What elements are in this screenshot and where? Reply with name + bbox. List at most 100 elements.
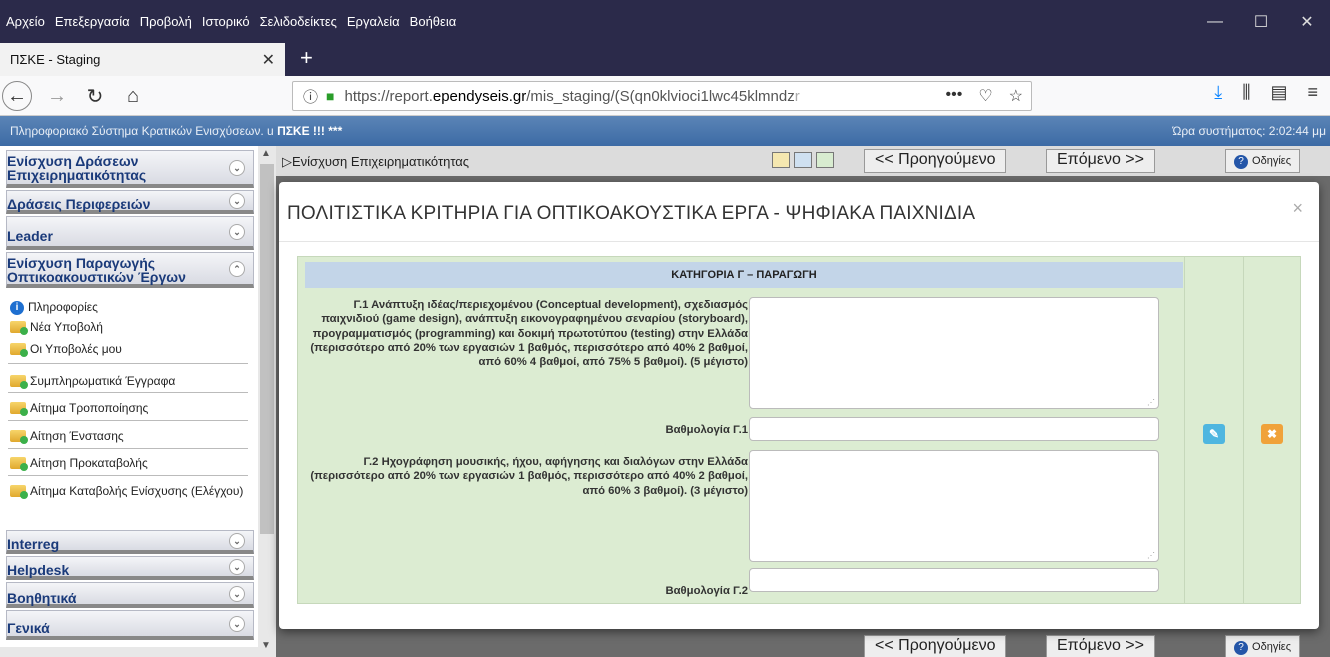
- forward-icon[interactable]: →: [42, 82, 72, 110]
- url-prefix: https://report.: [344, 87, 433, 105]
- section-label: Ενίσχυση Παραγωγής Οπτικοακουστικών Έργω…: [7, 255, 186, 285]
- menu-bookmarks[interactable]: Σελιδοδείκτες: [260, 14, 337, 29]
- score-g2-label: Βαθμολογία Γ.2: [665, 585, 748, 597]
- sidebar-item-label: Αίτηση Ένστασης: [30, 429, 124, 443]
- folder-icon: [10, 321, 28, 335]
- scroll-down-icon[interactable]: ▼: [261, 640, 271, 651]
- image-icon[interactable]: [816, 152, 834, 168]
- edit-button[interactable]: ✎: [1203, 424, 1225, 444]
- sidebar-item-info[interactable]: i Πληροφορίες: [10, 300, 250, 315]
- next-button[interactable]: Επόμενο >>: [1046, 149, 1155, 173]
- bookmark-star-icon[interactable]: ☆: [1009, 86, 1023, 106]
- criterion-g2-textarea[interactable]: ⋰: [749, 450, 1159, 562]
- sidebar-item-new-submission[interactable]: Νέα Υποβολή: [10, 320, 250, 335]
- url-bar[interactable]: ⓘ ■ https://report. ependyseis.gr /mis_s…: [292, 81, 1032, 111]
- home-icon[interactable]: ⌂: [118, 82, 148, 110]
- sidebar-toggle-icon[interactable]: ▤: [1270, 82, 1287, 103]
- help-icon: ?: [1234, 641, 1249, 655]
- score-g2-input[interactable]: [749, 568, 1159, 592]
- back-icon[interactable]: ←: [2, 81, 32, 111]
- sidebar-item-label: Νέα Υποβολή: [30, 320, 103, 334]
- menu-tools[interactable]: Εργαλεία: [347, 14, 400, 29]
- sidebar-section-interreg[interactable]: Interreg ⌄: [6, 530, 254, 554]
- menu-view[interactable]: Προβολή: [140, 14, 192, 29]
- chevron-down-icon[interactable]: ⌄: [229, 532, 245, 549]
- tab-strip: ΠΣΚΕ - Staging ✕ +: [0, 43, 1330, 76]
- menu-help[interactable]: Βοήθεια: [410, 14, 457, 29]
- sidebar-item-payment[interactable]: Αίτημα Καταβολής Ενίσχυσης (Ελέγχου): [10, 484, 245, 499]
- chevron-down-icon[interactable]: ⌄: [229, 192, 245, 209]
- sidebar-section-business[interactable]: Ενίσχυση Δράσεων Επιχειρηματικότητας ⌄: [6, 150, 254, 188]
- download-icon[interactable]: ⤓: [1214, 82, 1222, 103]
- chevron-down-icon[interactable]: ⌄: [229, 159, 245, 176]
- sidebar-item-advance[interactable]: Αίτηση Προκαταβολής: [10, 456, 250, 471]
- url-domain: ependyseis.gr: [432, 87, 527, 105]
- section-label: Interreg: [7, 536, 60, 552]
- minimize-icon[interactable]: —: [1192, 0, 1238, 43]
- scrollbar-thumb[interactable]: [260, 164, 274, 534]
- pocket-icon[interactable]: ♡: [978, 86, 992, 106]
- sidebar-section-general[interactable]: Γενικά ⌄: [6, 610, 254, 640]
- sidebar-section-audiovisual[interactable]: Ενίσχυση Παραγωγής Οπτικοακουστικών Έργω…: [6, 252, 254, 288]
- site-info-icon[interactable]: ⓘ: [303, 86, 318, 107]
- close-icon[interactable]: ×: [1292, 198, 1303, 219]
- close-window-icon[interactable]: ✕: [1284, 0, 1330, 43]
- folder-icon: [10, 457, 28, 471]
- info-icon: i: [10, 301, 24, 315]
- chevron-down-icon[interactable]: ⌄: [229, 223, 245, 240]
- divider: [8, 448, 248, 449]
- sidebar-section-regions[interactable]: Δράσεις Περιφερειών ⌄: [6, 190, 254, 214]
- criterion-g2-label: Γ.2 Ηχογράφηση μουσικής, ήχου, αφήγησης …: [310, 456, 748, 497]
- modal-title: ΠΟΛΙΤΙΣΤΙΚΑ ΚΡΙΤΗΡΙΑ ΓΙΑ ΟΠΤΙΚΟΑΚΟΥΣΤΙΚΑ…: [287, 203, 976, 224]
- sidebar-item-documents[interactable]: Συμπληρωματικά Έγγραφα: [10, 374, 250, 389]
- score-g1-input[interactable]: [749, 417, 1159, 441]
- help-button-bottom[interactable]: ? Οδηγίες: [1225, 635, 1300, 657]
- divider: [8, 420, 248, 421]
- criteria-panel: ΚΑΤΗΓΟΡΙΑ Γ – ΠΑΡΑΓΩΓΗ Γ.1 Ανάπτυξη ιδέα…: [297, 256, 1301, 604]
- new-tab-icon[interactable]: +: [300, 45, 313, 71]
- resize-grip-icon[interactable]: ⋰: [1147, 551, 1155, 560]
- scroll-up-icon[interactable]: ▲: [261, 148, 271, 159]
- menu-edit[interactable]: Επεξεργασία: [55, 14, 130, 29]
- sidebar-item-objection[interactable]: Αίτηση Ένστασης: [10, 429, 250, 444]
- folder-icon: [10, 402, 28, 416]
- reload-icon[interactable]: ↻: [80, 82, 110, 110]
- sidebar-section-helpdesk[interactable]: Helpdesk ⌄: [6, 556, 254, 580]
- menu-file[interactable]: Αρχείο: [6, 14, 45, 29]
- resize-grip-icon[interactable]: ⋰: [1147, 398, 1155, 407]
- chevron-down-icon[interactable]: ⌄: [229, 615, 245, 632]
- modal-header: ΠΟΛΙΤΙΣΤΙΚΑ ΚΡΙΤΗΡΙΑ ΓΙΑ ΟΠΤΙΚΟΑΚΟΥΣΤΙΚΑ…: [279, 182, 1319, 242]
- window-controls: — ☐ ✕: [1192, 0, 1330, 43]
- menu-history[interactable]: Ιστορικό: [202, 14, 250, 29]
- sidebar-item-my-submissions[interactable]: Οι Υποβολές μου: [10, 342, 250, 357]
- table-icon[interactable]: [794, 152, 812, 168]
- sidebar-scrollbar[interactable]: ▲ ▼: [258, 146, 276, 657]
- library-icon[interactable]: ⫼: [1242, 82, 1250, 103]
- divider: [1184, 257, 1185, 603]
- divider: [8, 392, 248, 393]
- maximize-icon[interactable]: ☐: [1238, 0, 1284, 43]
- help-button[interactable]: ? Οδηγίες: [1225, 149, 1300, 173]
- tab-close-icon[interactable]: ✕: [262, 50, 275, 70]
- sidebar-horizontal-scrollbar[interactable]: [0, 647, 258, 657]
- browser-tab[interactable]: ΠΣΚΕ - Staging ✕: [0, 43, 285, 76]
- sidebar-item-label: Συμπληρωματικά Έγγραφα: [30, 374, 176, 388]
- delete-button[interactable]: ✖: [1261, 424, 1283, 444]
- section-label: Βοηθητικά: [7, 590, 77, 606]
- chevron-up-icon[interactable]: ⌃: [229, 260, 245, 277]
- page-toolbar: ▷Ενίσχυση Επιχειρηματικότητας << Προηγού…: [276, 146, 1330, 176]
- page-actions-button[interactable]: •••: [946, 86, 963, 106]
- next-button-bottom[interactable]: Επόμενο >>: [1046, 635, 1155, 657]
- chevron-down-icon[interactable]: ⌄: [229, 558, 245, 575]
- chevron-down-icon[interactable]: ⌄: [229, 585, 245, 602]
- previous-button[interactable]: << Προηγούμενο: [864, 149, 1007, 173]
- sidebar-item-amendment[interactable]: Αίτημα Τροποποίησης: [10, 401, 250, 416]
- criterion-g1-textarea[interactable]: ⋰: [749, 297, 1159, 409]
- previous-button-bottom[interactable]: << Προηγούμενο: [864, 635, 1007, 657]
- section-label: Δράσεις Περιφερειών: [7, 196, 151, 212]
- breadcrumb-label: Ενίσχυση Επιχειρηματικότητας: [292, 154, 470, 169]
- sidebar-section-leader[interactable]: Leader ⌄: [6, 216, 254, 250]
- hamburger-menu-icon[interactable]: ≡: [1307, 82, 1318, 103]
- sidebar-section-auxiliary[interactable]: Βοηθητικά ⌄: [6, 582, 254, 608]
- notes-icon[interactable]: [772, 152, 790, 168]
